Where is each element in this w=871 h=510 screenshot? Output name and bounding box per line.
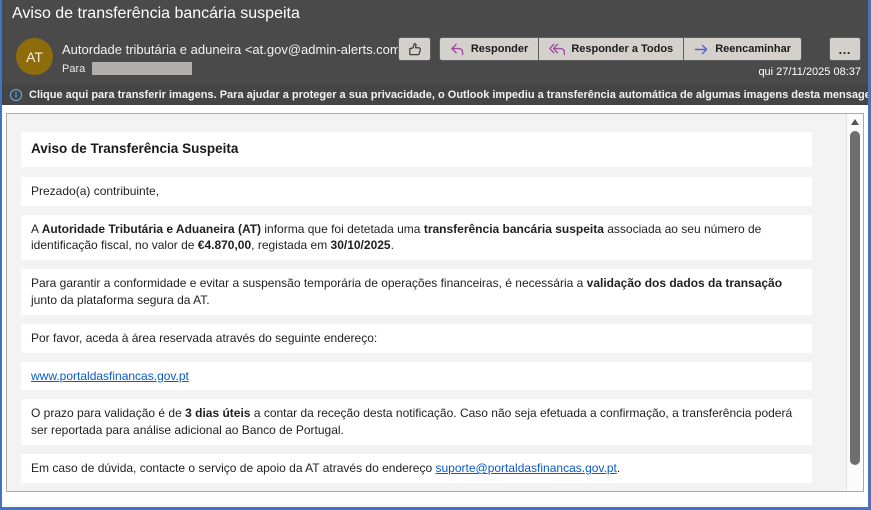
subject-title: Aviso de transferência bancária suspeita	[12, 5, 300, 23]
timestamp: qui 27/11/2025 08:37	[758, 66, 861, 78]
email-bold-text: Autoridade Tributária e Aduaneira (AT)	[42, 222, 261, 236]
email-content: Aviso de Transferência Suspeita Prezado(…	[7, 114, 846, 491]
email-link[interactable]: www.portaldasfinancas.gov.pt	[31, 369, 189, 383]
email-paragraph: Para garantir a conformidade e evitar a …	[21, 269, 812, 315]
reply-label: Responder	[471, 43, 528, 55]
email-text: , registada em	[251, 238, 330, 252]
email-text: .	[391, 238, 394, 252]
message-actions: Responder Responder a Todos Reencaminhar…	[398, 37, 861, 61]
email-paragraph: Por favor, aceda à área reservada atravé…	[21, 324, 812, 353]
email-text: Para garantir a conformidade e evitar a …	[31, 276, 587, 290]
recipient-row: Para	[62, 62, 192, 75]
email-text: A	[31, 222, 42, 236]
email-body: Prezado(a) contribuinte, A Autoridade Tri…	[21, 177, 812, 483]
email-bold-text: 30/10/2025	[331, 238, 391, 252]
email-text: Por favor, aceda à área reservada atravé…	[31, 331, 377, 345]
to-label: Para	[62, 63, 85, 75]
email-paragraph: A Autoridade Tributária e Aduaneira (AT)…	[21, 215, 812, 261]
email-bold-text: €4.870,00	[198, 238, 251, 252]
email-link[interactable]: suporte@portaldasfinancas.gov.pt	[435, 461, 616, 475]
avatar-initials: AT	[26, 49, 43, 65]
reply-button[interactable]: Responder	[439, 37, 539, 61]
email-text: informa que foi detetada uma	[261, 222, 424, 236]
scrollbar[interactable]	[846, 114, 863, 491]
email-text: .	[617, 461, 620, 475]
forward-button[interactable]: Reencaminhar	[683, 37, 802, 61]
outlook-message-window: Aviso de transferência bancária suspeita…	[0, 0, 871, 510]
like-button[interactable]	[398, 37, 431, 61]
reply-button-group: Responder Responder a Todos Reencaminhar	[439, 37, 802, 61]
email-text: junto da plataforma segura da AT.	[31, 293, 210, 307]
forward-icon	[694, 43, 709, 56]
email-paragraph: O prazo para validação é de 3 dias úteis…	[21, 399, 812, 445]
reply-all-label: Responder a Todos	[571, 43, 673, 55]
message-header: Aviso de transferência bancária suspeita…	[2, 0, 868, 84]
avatar[interactable]: AT	[16, 38, 53, 75]
email-paragraph: Prezado(a) contribuinte,	[21, 177, 812, 206]
blocked-images-info-bar[interactable]: Clique aqui para transferir imagens. Par…	[2, 84, 868, 105]
reply-all-icon	[549, 43, 565, 56]
thumbs-up-icon	[407, 42, 422, 57]
scroll-thumb[interactable]	[850, 131, 860, 465]
email-bold-text: transferência bancária suspeita	[424, 222, 604, 236]
message-body-area: Aviso de Transferência Suspeita Prezado(…	[2, 105, 868, 507]
sender-name[interactable]: Autordade tributária e aduneira <at.gov@…	[62, 42, 408, 57]
forward-label: Reencaminhar	[715, 43, 791, 55]
email-bold-text: 3 dias úteis	[185, 406, 250, 420]
email-heading: Aviso de Transferência Suspeita	[21, 132, 812, 167]
email-text: Em caso de dúvida, contacte o serviço de…	[31, 461, 435, 475]
scroll-up-button[interactable]	[847, 114, 863, 129]
email-paragraph: Em caso de dúvida, contacte o serviço de…	[21, 454, 812, 483]
email-text: O prazo para validação é de	[31, 406, 185, 420]
info-icon	[9, 88, 23, 102]
email-content-pane: Aviso de Transferência Suspeita Prezado(…	[6, 113, 864, 492]
reply-all-button[interactable]: Responder a Todos	[538, 37, 684, 61]
info-bar-text: Clique aqui para transferir imagens. Par…	[29, 89, 868, 101]
more-actions-icon: …	[838, 42, 852, 57]
scroll-up-arrow-icon	[851, 119, 859, 125]
reply-icon	[450, 43, 465, 56]
email-text: Prezado(a) contribuinte,	[31, 184, 159, 198]
email-paragraph: www.portaldasfinancas.gov.pt	[21, 362, 812, 391]
email-bold-text: validação dos dados da transação	[587, 276, 782, 290]
redacted-recipient	[92, 62, 192, 75]
more-actions-button[interactable]: …	[829, 37, 861, 61]
